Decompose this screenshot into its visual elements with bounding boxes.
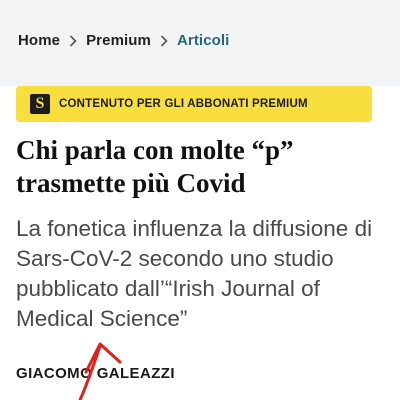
- breadcrumb-home[interactable]: Home: [18, 32, 60, 49]
- breadcrumb-articoli[interactable]: Articoli: [177, 32, 229, 49]
- stampa-logo-icon: S: [30, 94, 50, 114]
- breadcrumb-premium[interactable]: Premium: [86, 32, 151, 49]
- article-author[interactable]: GIACOMO GALEAZZI: [16, 365, 175, 382]
- top-bar: Home Premium Articoli: [0, 0, 400, 86]
- premium-content-banner: S CONTENUTO PER GLI ABBONATI PREMIUM: [16, 86, 372, 122]
- article-subtitle: La fonetica influenza la diffusione di S…: [16, 216, 373, 331]
- breadcrumb: Home Premium Articoli: [18, 32, 229, 49]
- chevron-right-icon: [155, 34, 173, 47]
- chevron-right-icon: [64, 34, 82, 47]
- premium-banner-label: CONTENUTO PER GLI ABBONATI PREMIUM: [59, 98, 308, 110]
- article-title: Chi parla con molte “p” trasmette più Co…: [16, 135, 294, 198]
